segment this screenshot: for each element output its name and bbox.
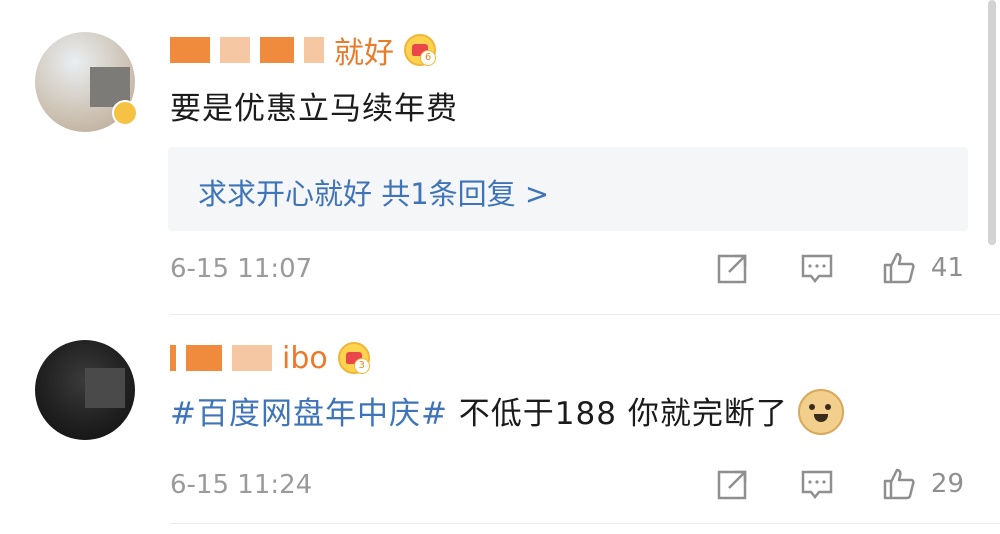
level-number: 6 bbox=[420, 50, 436, 66]
share-icon bbox=[717, 470, 747, 500]
comment-text: 要是优惠立马续年费 bbox=[170, 91, 458, 127]
comment-text: #百度网盘年中庆# 不低于188 你就完断了 bbox=[170, 388, 844, 439]
username-redacted bbox=[304, 37, 324, 63]
comment-body: 不低于188 你就完断了 bbox=[447, 396, 788, 432]
action-bar: 41 bbox=[715, 250, 964, 286]
comment-button[interactable] bbox=[799, 250, 835, 286]
thumbs-up-icon bbox=[883, 252, 915, 284]
comment-icon bbox=[801, 470, 833, 500]
comment-icon bbox=[801, 254, 833, 284]
username-row[interactable]: 就好 6 bbox=[170, 28, 436, 72]
like-button[interactable]: 29 bbox=[881, 466, 964, 502]
like-count: 41 bbox=[930, 253, 964, 283]
vip-moon-badge bbox=[112, 100, 138, 126]
username-redacted bbox=[170, 345, 176, 371]
comment-item: 就好 6 要是优惠立马续年费 求求开心就好 共1条回复 > 6-15 11:07 bbox=[0, 0, 1000, 316]
like-count: 29 bbox=[930, 469, 964, 499]
divider bbox=[170, 314, 1000, 315]
reply-preview-text[interactable]: 求求开心就好 共1条回复 > bbox=[198, 171, 549, 213]
comment-item: ibo 3 #百度网盘年中庆# 不低于188 你就完断了 6-15 11:24 … bbox=[0, 316, 1000, 534]
username-redacted bbox=[170, 37, 210, 63]
share-button[interactable] bbox=[715, 466, 751, 502]
username-redacted bbox=[260, 37, 294, 63]
share-icon bbox=[717, 254, 747, 284]
reply-preview[interactable]: 求求开心就好 共1条回复 > bbox=[168, 147, 968, 231]
divider bbox=[170, 523, 1000, 524]
avatar-blur bbox=[85, 368, 125, 408]
username-row[interactable]: ibo 3 bbox=[170, 336, 370, 380]
username-redacted bbox=[232, 345, 272, 371]
avatar[interactable] bbox=[35, 340, 135, 440]
username[interactable]: ibo bbox=[282, 341, 328, 376]
username[interactable]: 就好 bbox=[334, 28, 394, 72]
crown-badge-icon: 6 bbox=[404, 34, 436, 66]
hashtag-link[interactable]: #百度网盘年中庆# bbox=[170, 396, 448, 432]
action-bar: 29 bbox=[715, 466, 964, 502]
level-number: 3 bbox=[353, 358, 370, 374]
like-button[interactable]: 41 bbox=[881, 250, 964, 286]
doge-emoji-icon bbox=[797, 388, 844, 435]
share-button[interactable] bbox=[715, 250, 751, 286]
username-redacted bbox=[220, 37, 250, 63]
timestamp: 6-15 11:24 bbox=[170, 470, 313, 500]
username-redacted bbox=[186, 345, 222, 371]
thumbs-up-icon bbox=[883, 468, 915, 500]
timestamp: 6-15 11:07 bbox=[170, 254, 313, 284]
comment-button[interactable] bbox=[799, 466, 835, 502]
scrollbar[interactable] bbox=[988, 0, 996, 245]
crown-badge-icon: 3 bbox=[337, 342, 370, 374]
